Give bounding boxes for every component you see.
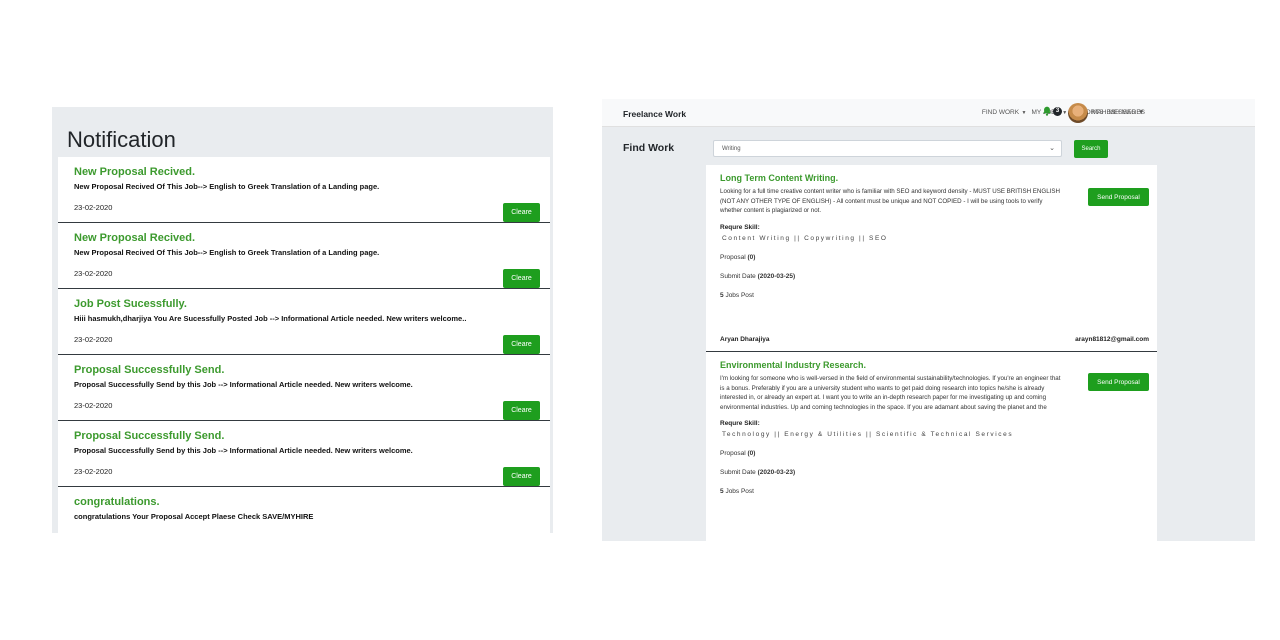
category-select-value: Writing [722, 146, 741, 152]
clear-button[interactable]: Cleare [503, 335, 540, 354]
proposal-value: (0) [747, 450, 756, 457]
screenshot-canvas: Notification New Proposal Recived. New P… [0, 0, 1280, 640]
poster-name: Aryan Dharajiya [720, 336, 770, 343]
send-proposal-button[interactable]: Send Proposal [1088, 373, 1149, 391]
clear-button[interactable]: Cleare [503, 467, 540, 486]
submit-date-label: Submit Date [720, 272, 756, 280]
notification-title: congratulations. [74, 496, 160, 508]
notification-title: New Proposal Recived. [74, 232, 196, 244]
caret-down-icon: ▼ [1020, 110, 1027, 116]
job-card: Long Term Content Writing. Looking for a… [706, 165, 1157, 352]
notification-item: Proposal Successfully Send. Proposal Suc… [58, 355, 550, 421]
poster-email: arayn81812@gmail.com [1075, 336, 1149, 343]
caret-down-icon: ▼ [1136, 109, 1145, 116]
job-post-count: 5 Jobs Post [720, 488, 1143, 495]
job-description: I'm looking for someone who is well-vers… [720, 375, 1061, 411]
job-proposal-count: Proposal (0) [720, 254, 1143, 261]
notification-message: New Proposal Recived Of This Job--> Engl… [74, 182, 380, 191]
notification-message: Proposal Successfully Send by this Job -… [74, 380, 413, 389]
jobs-post-label: Jobs Post [725, 488, 754, 495]
find-work-panel: Freelance Work FIND WORK ▼ MY JOBS ▼ REP… [602, 99, 1255, 541]
proposal-label: Proposal [720, 253, 746, 261]
jobs-post-label: Jobs Post [725, 291, 754, 299]
proposal-value: (0) [747, 253, 756, 261]
notification-item: congratulations. congratulations Your Pr… [58, 487, 550, 533]
notification-item: New Proposal Recived. New Proposal Reciv… [58, 223, 550, 289]
notification-date: 23-02-2020 [74, 335, 113, 344]
job-proposal-count: Proposal (0) [720, 450, 1143, 457]
chevron-down-icon: ⌄ [1049, 145, 1055, 152]
proposal-label: Proposal [720, 450, 746, 457]
notification-title: New Proposal Recived. [74, 166, 196, 178]
navbar: Freelance Work FIND WORK ▼ MY JOBS ▼ REP… [602, 99, 1255, 127]
notification-date: 23-02-2020 [74, 401, 113, 410]
notification-item: Job Post Sucessfully. Hiii hasmukh,dharj… [58, 289, 550, 355]
notification-title: Job Post Sucessfully. [74, 298, 187, 310]
notification-list: New Proposal Recived. New Proposal Reciv… [58, 157, 550, 533]
job-title[interactable]: Long Term Content Writing. [720, 173, 1143, 183]
require-skill-label: Requre Skill: [720, 223, 760, 231]
notification-message: New Proposal Recived Of This Job--> Engl… [74, 248, 380, 257]
search-button[interactable]: Search [1074, 140, 1108, 158]
job-list: Long Term Content Writing. Looking for a… [706, 165, 1157, 541]
clear-button[interactable]: Cleare [503, 401, 540, 420]
bell-icon [1042, 106, 1052, 116]
job-skills: Content Writing || Copywriting || SEO [722, 234, 888, 242]
jobs-post-value: 5 [720, 488, 724, 495]
notification-title: Proposal Successfully Send. [74, 364, 225, 376]
job-submit-date: Submit Date (2020-03-25) [720, 273, 1143, 280]
brand-link[interactable]: Freelance Work [623, 109, 686, 119]
category-select[interactable]: Writing ⌄ [713, 140, 1062, 157]
require-skill-label: Requre Skill: [720, 420, 760, 427]
notification-message: congratulations Your Proposal Accept Pla… [74, 512, 314, 521]
nav-find-work[interactable]: FIND WORK ▼ [982, 109, 1027, 116]
submit-date-value: (2020-03-23) [757, 469, 796, 476]
notification-date: 23-02-2020 [74, 467, 113, 476]
user-name: MAHESH MER [1092, 109, 1137, 116]
notification-item: Proposal Successfully Send. Proposal Suc… [58, 421, 550, 487]
notification-heading: Notification [67, 127, 176, 152]
send-proposal-button[interactable]: Send Proposal [1088, 188, 1149, 206]
jobs-post-value: 5 [720, 291, 724, 299]
notification-message: Hiii hasmukh,dharjiya You Are Sucessfull… [74, 314, 467, 323]
job-title[interactable]: Environmental Industry Research. [720, 360, 1143, 370]
notification-date: 23-02-2020 [74, 203, 113, 212]
notification-item: New Proposal Recived. New Proposal Reciv… [58, 157, 550, 223]
notification-panel: Notification New Proposal Recived. New P… [52, 107, 553, 533]
notifications-button[interactable]: 3 [1042, 106, 1062, 116]
submit-date-label: Submit Date [720, 469, 756, 476]
job-description: Looking for a full time creative content… [720, 188, 1060, 214]
job-post-count: 5 Jobs Post [720, 292, 1143, 299]
avatar[interactable] [1068, 103, 1088, 123]
notification-message: Proposal Successfully Send by this Job -… [74, 446, 413, 455]
clear-button[interactable]: Cleare [503, 203, 540, 222]
page-title: Find Work [623, 142, 675, 154]
notification-count-badge: 3 [1053, 106, 1062, 116]
clear-button[interactable]: Cleare [503, 269, 540, 288]
user-menu[interactable]: MAHESH MER ▼ [1092, 109, 1144, 116]
job-card: Environmental Industry Research. I'm loo… [706, 352, 1157, 541]
nav-find-work-label: FIND WORK [981, 109, 1020, 116]
notification-date: 23-02-2020 [74, 269, 113, 278]
job-submit-date: Submit Date (2020-03-23) [720, 469, 1143, 476]
notification-title: Proposal Successfully Send. [74, 430, 225, 442]
submit-date-value: (2020-03-25) [757, 272, 796, 280]
job-skills: Technology || Energy & Utilities || Scie… [722, 431, 1014, 438]
